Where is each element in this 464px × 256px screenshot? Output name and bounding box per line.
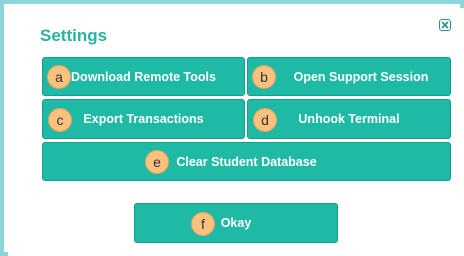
option-badge: c — [48, 108, 72, 132]
option-badge: f — [191, 212, 215, 236]
okay-button[interactable]: f Okay — [134, 203, 338, 243]
option-badge: a — [47, 65, 71, 89]
option-badge: e — [145, 150, 169, 174]
button-label: Okay — [220, 216, 252, 230]
button-label: Download Remote Tools — [71, 69, 216, 84]
unhook-terminal-button[interactable]: d Unhook Terminal — [247, 99, 451, 139]
window-frame: Settings a Download Remote Tools b Open … — [0, 0, 464, 256]
close-icon — [441, 21, 449, 29]
download-remote-tools-button[interactable]: a Download Remote Tools — [42, 57, 245, 96]
settings-dialog: Settings a Download Remote Tools b Open … — [8, 8, 464, 256]
button-label: Export Transactions — [83, 112, 204, 126]
close-button[interactable] — [439, 19, 451, 31]
button-label: Unhook Terminal — [298, 112, 400, 126]
button-label: Clear Student Database — [176, 154, 317, 169]
dialog-title: Settings — [40, 26, 108, 45]
option-badge: d — [253, 108, 277, 132]
option-badge: b — [252, 65, 276, 89]
export-transactions-button[interactable]: c Export Transactions — [42, 99, 245, 139]
button-label: Open Support Session — [293, 69, 429, 84]
open-support-session-button[interactable]: b Open Support Session — [247, 57, 451, 96]
clear-student-database-button[interactable]: e Clear Student Database — [42, 142, 451, 181]
